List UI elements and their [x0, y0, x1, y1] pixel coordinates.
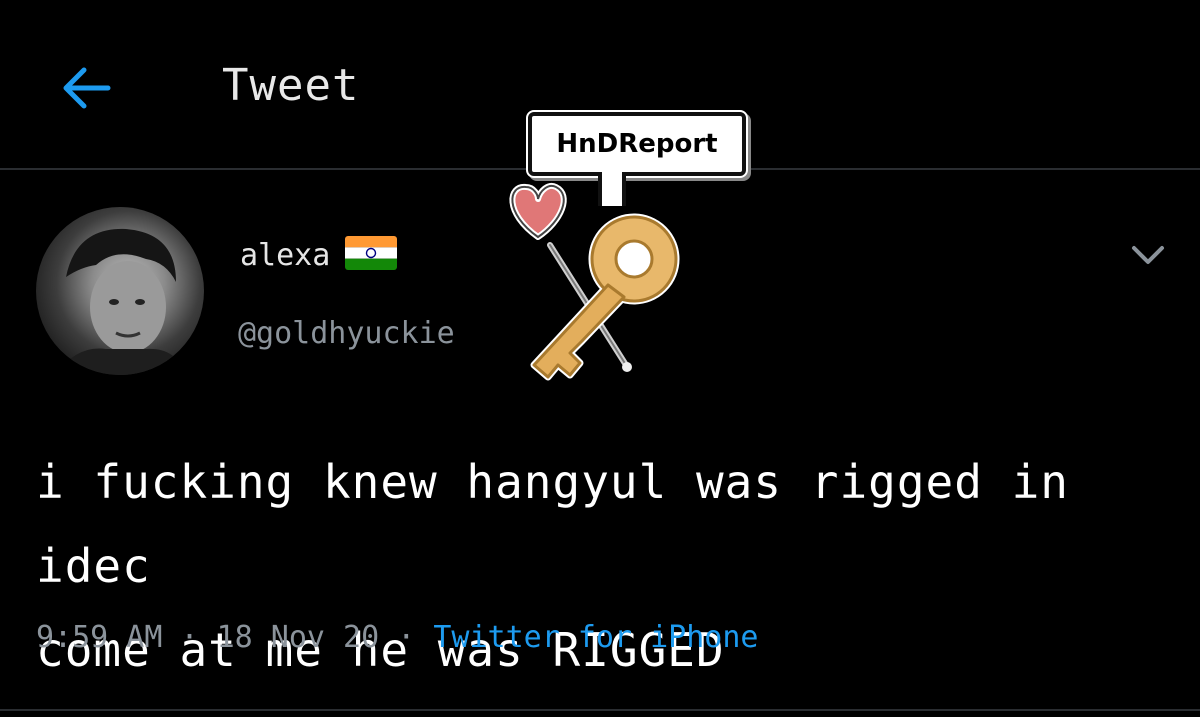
more-options-button[interactable]	[1124, 236, 1172, 272]
back-button[interactable]	[58, 60, 114, 116]
india-flag-icon	[345, 236, 397, 270]
tweet-text-line-1: i fucking knew hangyul was rigged in ide…	[36, 455, 1069, 593]
tweet-time: 9:59 AM	[36, 620, 163, 655]
key-heart-sticker	[509, 183, 680, 381]
chevron-down-icon	[1132, 246, 1164, 264]
tweet-meta: 9:59 AM · 18 Nov 20 · Twitter for iPhone	[36, 620, 758, 655]
divider	[0, 709, 1200, 711]
avatar-photo	[56, 228, 186, 375]
meta-separator: ·	[379, 620, 434, 655]
tweet-date[interactable]: 18 Nov 20	[217, 620, 380, 655]
page-title: Tweet	[222, 60, 360, 111]
arrow-left-icon	[63, 67, 111, 109]
avatar[interactable]	[36, 207, 204, 375]
author-name[interactable]: alexa	[240, 238, 330, 273]
meta-separator: ·	[162, 620, 217, 655]
tweet-source-link[interactable]: Twitter for iPhone	[433, 620, 758, 655]
author-handle[interactable]: @goldhyuckie	[238, 316, 455, 351]
watermark-badge: HnDReport	[528, 112, 746, 176]
